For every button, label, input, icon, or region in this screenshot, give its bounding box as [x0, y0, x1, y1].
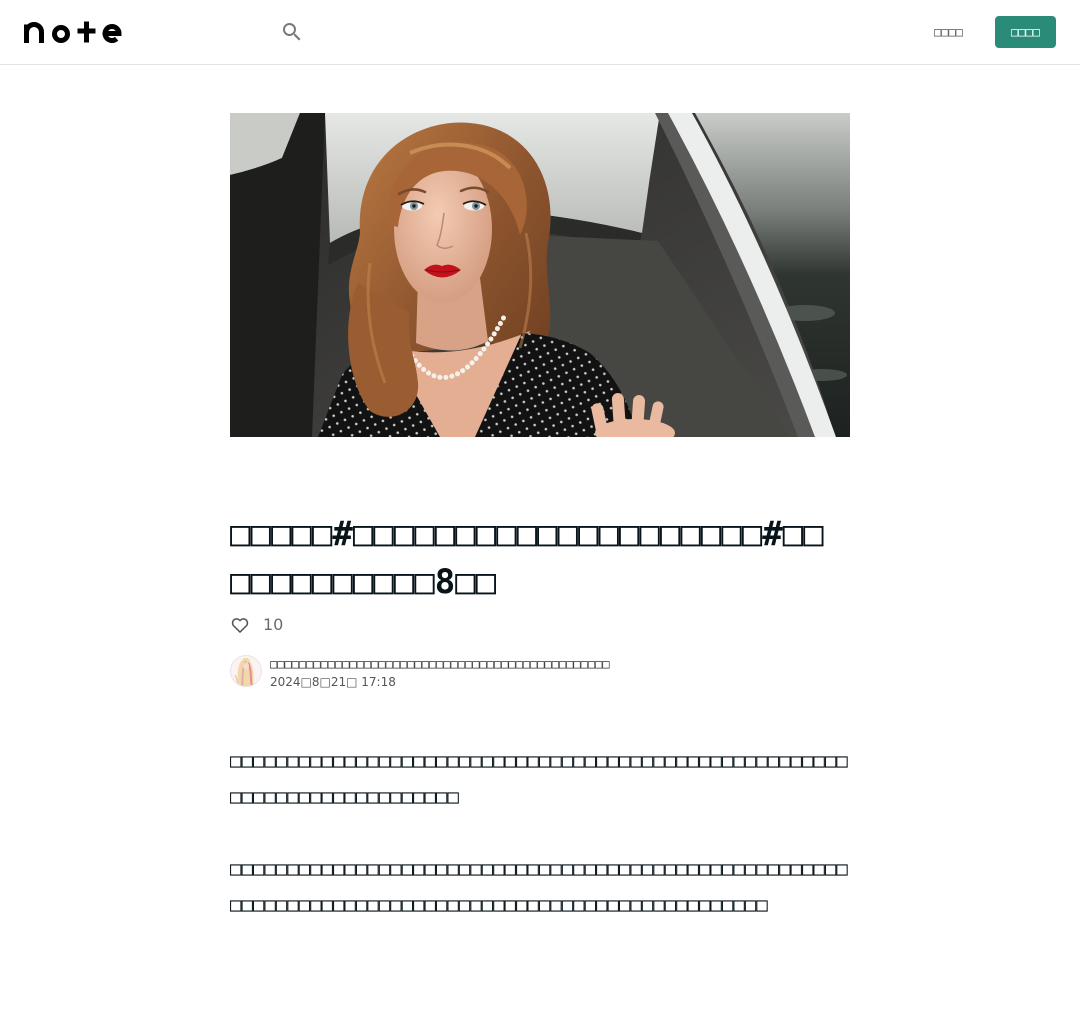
login-link[interactable]: □□□□: [934, 24, 963, 40]
logo-mark: [24, 21, 122, 43]
like-count: 10: [263, 615, 284, 634]
body-paragraph: □□□□□□□□□□□□□□□□□□□□□□□□□□□□□□□□□□□□□□□□…: [230, 858, 848, 916]
publish-date: 2024□8□21□ 17:18: [270, 675, 396, 689]
signup-button[interactable]: □□□□: [995, 16, 1056, 48]
search-icon[interactable]: [280, 20, 304, 44]
article-title: □□□□□#□□□□□□□□□□□□□□□□□□□□#□□□□□□□□□□□□8…: [230, 514, 824, 602]
hero-image: [230, 113, 850, 437]
article: □□□□□#□□□□□□□□□□□□□□□□□□□□#□□□□□□□□□□□□8…: [230, 113, 850, 923]
author-row: □□□□□□□□□□□□□□□□□□□□□□□□□□□□□□□□□□□□□□□□…: [230, 655, 850, 689]
avatar[interactable]: [230, 655, 262, 687]
site-header: □□□□ □□□□: [0, 0, 1080, 65]
author-meta: □□□□□□□□□□□□□□□□□□□□□□□□□□□□□□□□□□□□□□□□…: [270, 655, 610, 691]
author-name[interactable]: □□□□□□□□□□□□□□□□□□□□□□□□□□□□□□□□□□□□□□□□…: [270, 655, 610, 673]
note-logo[interactable]: [24, 21, 122, 43]
heart-icon[interactable]: [230, 615, 250, 635]
body-paragraph: □□□□□□□□□□□□□□□□□□□□□□□□□□□□□□□□□□□□□□□□…: [230, 750, 848, 808]
like-row: 10: [230, 613, 850, 637]
